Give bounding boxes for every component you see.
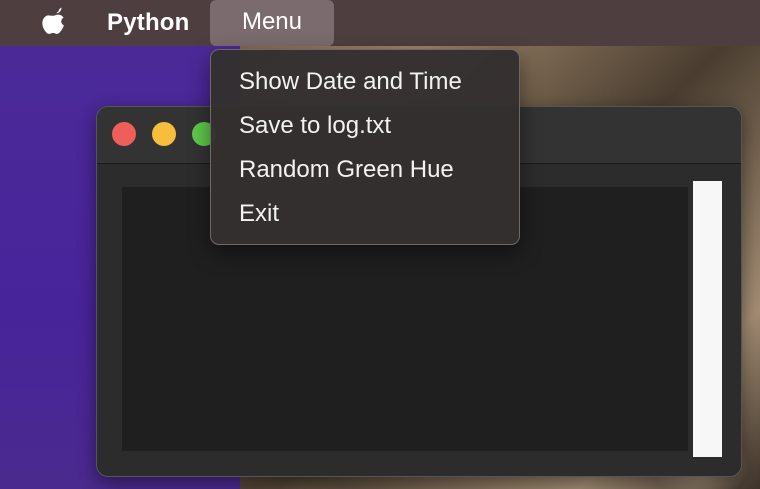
menu-bar: Python Menu <box>0 0 760 46</box>
menu-title-open[interactable]: Menu <box>210 0 334 46</box>
app-name-menu[interactable]: Python <box>107 9 190 37</box>
close-button[interactable] <box>112 122 136 146</box>
menu-item-exit[interactable]: Exit <box>211 197 519 241</box>
menu-item-random-green-hue[interactable]: Random Green Hue <box>211 153 519 197</box>
menu-dropdown: Show Date and Time Save to log.txt Rando… <box>210 49 520 245</box>
apple-icon[interactable] <box>38 7 68 39</box>
scrollbar[interactable] <box>693 181 722 457</box>
minimize-button[interactable] <box>152 122 176 146</box>
menu-item-show-date-time[interactable]: Show Date and Time <box>211 65 519 109</box>
menu-item-save-log[interactable]: Save to log.txt <box>211 109 519 153</box>
